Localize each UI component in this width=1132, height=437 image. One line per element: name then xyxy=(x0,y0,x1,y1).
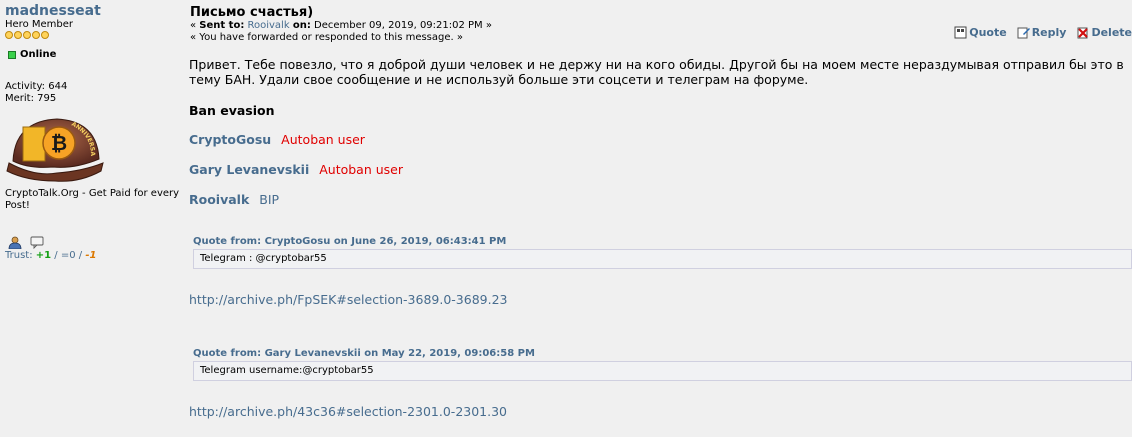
quote-header-link[interactable]: Quote from: Gary Levanevskii on May 22, … xyxy=(193,348,535,359)
user-link[interactable]: Gary Levanevskii xyxy=(189,162,309,177)
member-rank: Hero Member xyxy=(5,19,73,30)
meta-suffix: » xyxy=(482,20,492,31)
reply-label: Reply xyxy=(1031,26,1067,39)
username-link[interactable]: madnesseat xyxy=(5,3,101,19)
rank-stars xyxy=(5,31,49,39)
bitcoin-cap-icon: ₿ ANNIVERSARY xyxy=(2,108,104,182)
star-icon xyxy=(41,31,49,39)
activity-count: Activity: 644 xyxy=(5,81,68,92)
user-tag: BIP xyxy=(259,192,280,207)
quote-label: Quote xyxy=(969,26,1007,39)
profile-user-icon[interactable] xyxy=(8,234,22,250)
delete-icon xyxy=(1077,27,1089,39)
quote-button[interactable]: Quote xyxy=(954,26,1007,39)
user-entry: Rooivalk BIP xyxy=(189,192,279,207)
sent-to-label: Sent to: xyxy=(199,20,245,31)
reply-icon xyxy=(1017,27,1030,39)
star-icon xyxy=(14,31,22,39)
user-tag: Autoban user xyxy=(319,162,403,177)
online-label: Online xyxy=(20,49,57,60)
meta-prefix: « xyxy=(190,20,200,31)
trust-positive: +1 xyxy=(35,250,52,261)
user-entry: Gary Levanevskii Autoban user xyxy=(189,162,403,177)
quote-box: Telegram : @cryptobar55 xyxy=(193,249,1132,269)
quote-icon xyxy=(954,26,967,39)
reply-button[interactable]: Reply xyxy=(1017,26,1067,39)
archive-link[interactable]: http://archive.ph/FpSEK#selection-3689.0… xyxy=(189,292,507,307)
signature-text[interactable]: CryptoTalk.Org - Get Paid for every Post… xyxy=(5,188,183,212)
archive-link[interactable]: http://archive.ph/43c36#selection-2301.0… xyxy=(189,404,507,419)
delete-label: Delete xyxy=(1091,26,1132,39)
star-icon xyxy=(23,31,31,39)
poster-info: madnesseat Hero Member Online Activity: … xyxy=(0,0,180,437)
on-label: on: xyxy=(292,20,311,31)
user-entry: CryptoGosu Autoban user xyxy=(189,132,365,147)
message-body: Привет. Тебе повезло, что я доброй души … xyxy=(189,57,1124,87)
trust-label: Trust: xyxy=(5,250,33,261)
message-actions: Quote Reply Delete xyxy=(954,26,1132,39)
delete-button[interactable]: Delete xyxy=(1076,26,1132,39)
merit-count: Merit: 795 xyxy=(5,93,57,104)
profile-icons xyxy=(8,234,44,250)
message-date: December 09, 2019, 09:21:02 PM xyxy=(314,20,483,31)
star-icon xyxy=(5,31,13,39)
star-icon xyxy=(32,31,40,39)
trust-summary[interactable]: Trust: +1 / =0 / -1 xyxy=(5,250,96,261)
ban-evasion-heading: Ban evasion xyxy=(189,103,275,118)
message-subject: Письмо счастья) xyxy=(190,5,314,20)
user-tag: Autoban user xyxy=(281,132,365,147)
trust-neutral: =0 xyxy=(60,250,76,261)
user-link[interactable]: Rooivalk xyxy=(189,192,249,207)
online-indicator-icon xyxy=(8,50,16,59)
message-sent-info: « Sent to: Rooivalk on: December 09, 201… xyxy=(190,20,492,31)
trust-negative: -1 xyxy=(85,250,97,261)
quote-box: Telegram username:@cryptobar55 xyxy=(193,361,1132,381)
personal-message-icon[interactable] xyxy=(30,234,44,250)
online-status: Online xyxy=(8,49,56,60)
user-link[interactable]: CryptoGosu xyxy=(189,132,271,147)
recipient-link[interactable]: Rooivalk xyxy=(248,20,290,31)
quote-header-link[interactable]: Quote from: CryptoGosu on June 26, 2019,… xyxy=(193,236,506,247)
avatar: ₿ ANNIVERSARY xyxy=(2,108,105,185)
trust-separator: / xyxy=(51,250,61,261)
message-content: Письмо счастья) « Sent to: Rooivalk on: … xyxy=(189,0,1132,437)
trust-separator: / xyxy=(75,250,86,261)
forwarded-notice: « You have forwarded or responded to thi… xyxy=(190,32,463,43)
svg-text:₿: ₿ xyxy=(51,131,67,155)
